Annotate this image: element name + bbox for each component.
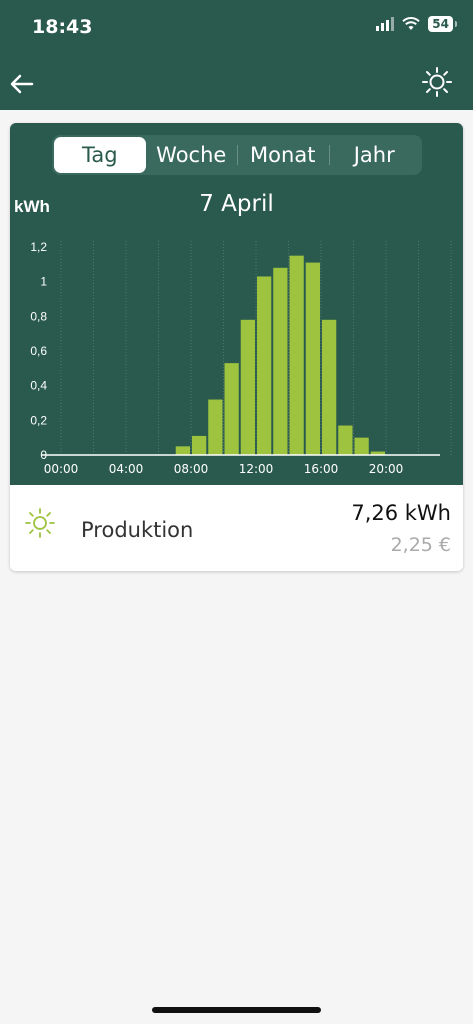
chart-bar — [175, 446, 190, 455]
wifi-icon — [402, 17, 420, 30]
production-bar-chart: 00,20,40,60,811,200:00 04:00 08:00 12:00 16:… — [30, 240, 452, 476]
y-tick-label: 1 — [40, 275, 47, 289]
chart-bar — [305, 262, 320, 455]
x-tick-label: 00:00 — [44, 462, 79, 476]
status-time: 18:43 — [32, 16, 93, 38]
chart-bar — [322, 319, 337, 455]
y-tick-label: 1,2 — [30, 240, 47, 254]
cellular-signal-icon — [376, 17, 395, 31]
top-bar: 18:43 54 — [0, 0, 473, 110]
status-icons: 54 — [376, 16, 457, 32]
chart-bar — [273, 267, 288, 455]
chart-bar — [192, 435, 207, 455]
chart-bar — [240, 319, 255, 455]
production-value: 7,26 kWh — [351, 501, 451, 525]
x-tick-label: 04:00 — [109, 462, 144, 476]
chart-bar — [224, 363, 239, 455]
sun-icon[interactable] — [421, 66, 453, 98]
x-tick-label: 12:00 — [239, 462, 274, 476]
chart-bar — [338, 425, 353, 455]
production-row[interactable]: Produktion 7,26 kWh 2,25 € — [10, 485, 463, 571]
chart-area: Tag Woche Monat Jahr kWh 7 April 0 0,2 0,4… — [10, 123, 463, 485]
x-tick-label: 08:00 — [174, 462, 209, 476]
x-tick-label: 20:00 — [369, 462, 404, 476]
chart-bar — [208, 399, 223, 455]
arrow-left-icon[interactable] — [8, 70, 36, 98]
home-indicator — [152, 1007, 321, 1013]
chart-bar — [354, 437, 369, 455]
chart-bar — [257, 276, 272, 455]
y-tick-label: 0,6 — [30, 344, 47, 358]
y-tick-label: 0,4 — [30, 379, 47, 393]
production-label: Produktion — [81, 518, 194, 542]
production-price: 2,25 € — [390, 534, 451, 556]
battery-indicator: 54 — [428, 16, 457, 32]
y-tick-label: 0,8 — [30, 309, 47, 323]
x-tick-label: 16:00 — [304, 462, 339, 476]
chart-bar — [289, 255, 304, 455]
y-tick-label: 0,2 — [30, 413, 47, 427]
production-card: Tag Woche Monat Jahr kWh 7 April 0 0,2 0,4… — [10, 123, 463, 571]
sun-icon — [25, 508, 55, 538]
